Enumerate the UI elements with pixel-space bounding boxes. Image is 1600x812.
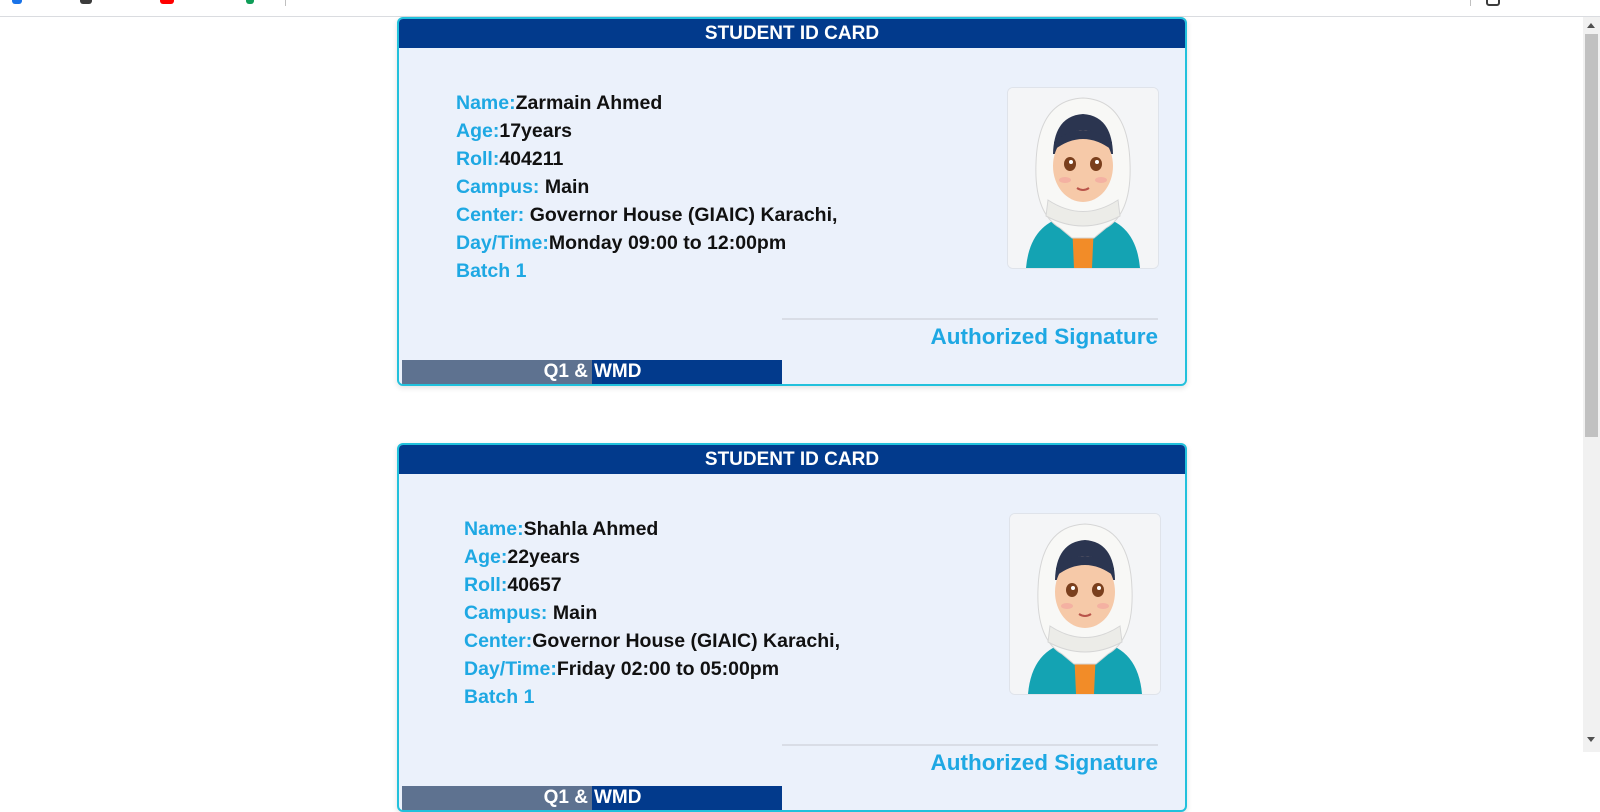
footer-right: WMD [592, 360, 782, 384]
field-label: Batch 1 [464, 686, 535, 708]
field-value: Monday 09:00 to 12:00pm [548, 232, 787, 254]
field-label: Batch 1 [456, 260, 527, 282]
field-value: Main [552, 602, 598, 624]
footer-left: Q1 & [402, 786, 592, 810]
footer-left: Q1 & [402, 360, 592, 384]
bookmark-separator [285, 0, 286, 6]
daytime-row: Day/Time:Monday 09:00 to 12:00pm [456, 229, 837, 257]
daytime-row: Day/Time:Friday 02:00 to 05:00pm [464, 655, 840, 683]
scroll-up-arrow-icon[interactable] [1587, 23, 1595, 28]
roll-row: Roll:40657 [464, 571, 840, 599]
field-label: Campus: [464, 602, 553, 624]
field-label: Name: [456, 92, 516, 114]
center-row: Center: Governor House (GIAIC) Karachi, [456, 201, 837, 229]
scrollbar-thumb[interactable] [1585, 34, 1598, 437]
vertical-scrollbar[interactable] [1583, 17, 1600, 752]
bookmark-icon[interactable] [160, 0, 174, 4]
age-row: Age:22years [464, 543, 840, 571]
scroll-down-arrow-icon[interactable] [1587, 737, 1595, 742]
bookmark-icon[interactable] [246, 0, 254, 4]
field-label: Roll: [456, 148, 500, 170]
course-footer-bar: Q1 & WMD [402, 360, 782, 384]
browser-bookmarks-bar [0, 0, 1600, 17]
name-row: Name:Shahla Ahmed [464, 515, 840, 543]
field-label: Day/Time: [464, 658, 557, 680]
student-info: Name:Shahla Ahmed Age:22years Roll:40657… [464, 515, 840, 711]
signature-line [782, 744, 1158, 746]
field-label: Center: [456, 204, 530, 226]
student-info: Name:Zarmain Ahmed Age:17years Roll:4042… [456, 89, 837, 285]
field-label: Day/Time: [456, 232, 549, 254]
student-photo [1009, 513, 1161, 695]
batch-row: Batch 1 [464, 683, 840, 711]
bookmark-icon[interactable] [1486, 0, 1500, 6]
field-label: Roll: [464, 574, 508, 596]
name-row: Name:Zarmain Ahmed [456, 89, 837, 117]
field-value: 22years [507, 546, 581, 568]
field-value: 17years [499, 120, 573, 142]
student-avatar-icon [1010, 514, 1160, 694]
bookmark-icon[interactable] [80, 0, 92, 4]
field-value: 404211 [499, 148, 564, 170]
student-avatar-icon [1008, 88, 1158, 268]
campus-row: Campus: Main [456, 173, 837, 201]
field-label: Age: [456, 120, 500, 142]
authorized-signature: Authorized Signature [930, 750, 1158, 775]
footer-right: WMD [592, 786, 782, 810]
batch-row: Batch 1 [456, 257, 837, 285]
field-value: Governor House (GIAIC) Karachi, [532, 630, 840, 652]
field-value: Governor House (GIAIC) Karachi, [529, 204, 838, 226]
field-label: Name: [464, 518, 524, 540]
signature-line [782, 318, 1158, 320]
field-value: Friday 02:00 to 05:00pm [556, 658, 780, 680]
course-footer-bar: Q1 & WMD [402, 786, 782, 810]
student-photo [1007, 87, 1159, 269]
bookmark-icon[interactable] [12, 0, 22, 4]
field-value: Main [544, 176, 590, 198]
age-row: Age:17years [456, 117, 837, 145]
bookmark-separator [1470, 0, 1471, 6]
roll-row: Roll:404211 [456, 145, 837, 173]
field-label: Center: [464, 630, 533, 652]
student-id-card: STUDENT ID CARD Name:Shahla Ahmed Age:22… [397, 443, 1187, 812]
student-id-card: STUDENT ID CARD Name:Zarmain Ahmed Age:1… [397, 17, 1187, 386]
field-label: Campus: [456, 176, 545, 198]
field-value: 40657 [507, 574, 562, 596]
center-row: Center:Governor House (GIAIC) Karachi, [464, 627, 840, 655]
field-value: Shahla Ahmed [523, 518, 659, 540]
card-header: STUDENT ID CARD [399, 445, 1185, 474]
field-value: Zarmain Ahmed [515, 92, 663, 114]
campus-row: Campus: Main [464, 599, 840, 627]
card-header: STUDENT ID CARD [399, 19, 1185, 48]
field-label: Age: [464, 546, 508, 568]
authorized-signature: Authorized Signature [930, 324, 1158, 349]
